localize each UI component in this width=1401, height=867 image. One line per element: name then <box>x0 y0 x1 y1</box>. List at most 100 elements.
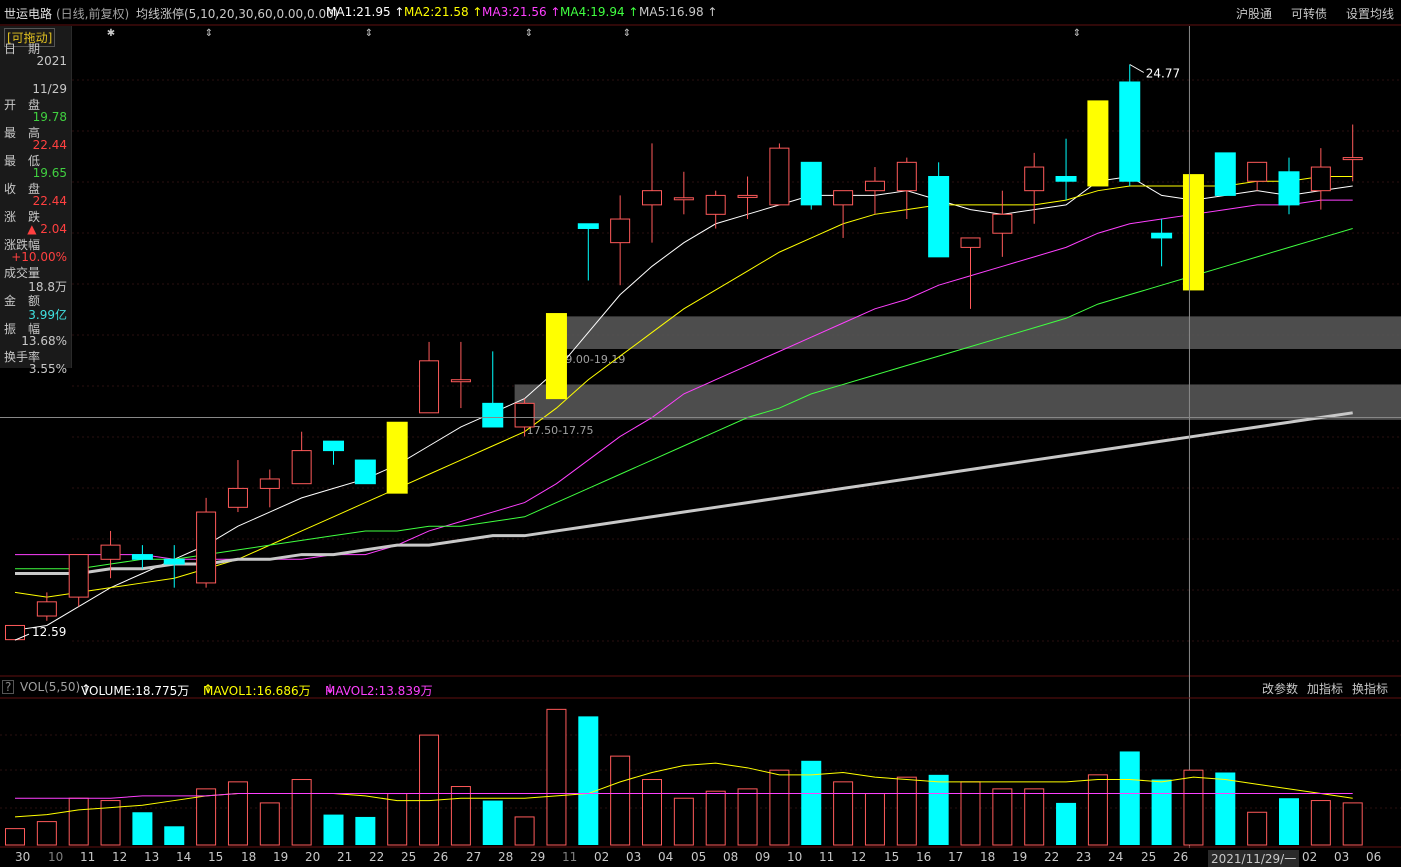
candle-body <box>673 197 694 201</box>
candle-body <box>1214 152 1236 196</box>
volume-bar <box>1151 779 1172 845</box>
volume-bar <box>737 788 758 846</box>
date-tick: 12 <box>851 850 867 864</box>
candle-body <box>131 554 153 560</box>
date-tick: 23 <box>1076 850 1092 864</box>
candle-body <box>545 313 567 400</box>
date-tick: 19 <box>1012 850 1028 864</box>
date-tick: 28 <box>498 850 514 864</box>
candle-body <box>1087 100 1109 187</box>
date-tick: 03 <box>1334 850 1350 864</box>
candle-body <box>896 161 917 192</box>
volume-bar <box>864 793 885 846</box>
date-tick: 26 <box>1173 850 1189 864</box>
candle-body <box>577 223 599 229</box>
volume-bar <box>1310 800 1331 846</box>
volume-bar <box>1024 788 1045 846</box>
date-tick: 02 <box>594 850 610 864</box>
volume-bar <box>514 816 535 846</box>
date-tick: 18 <box>241 850 257 864</box>
candle-body <box>833 190 854 206</box>
date-tick: 22 <box>369 850 385 864</box>
low-price-label: 12.59 <box>32 625 66 639</box>
volume-bar <box>68 797 89 846</box>
candle-body <box>1024 166 1045 192</box>
date-tick: 18 <box>980 850 996 864</box>
high-price-label: 24.77 <box>1146 66 1180 80</box>
candle-body <box>227 487 248 508</box>
candle-body <box>68 554 89 598</box>
volume-bar <box>1119 751 1140 845</box>
volume-bar <box>578 716 599 845</box>
volume-bar <box>1087 774 1108 846</box>
date-axis: 30 10 11 12 13 14 15 18 19 20 21 22 25 26 27 28 29 11 02 03… <box>0 848 1401 867</box>
candle-body <box>1310 166 1331 192</box>
volume-bar <box>546 708 567 846</box>
date-tick: 13 <box>144 850 160 864</box>
date-tick: 29 <box>530 850 546 864</box>
candle-body <box>354 459 376 485</box>
help-icon[interactable]: ? <box>2 680 15 694</box>
link-add-indicator[interactable]: 加指标 <box>1307 680 1343 697</box>
date-tick: 11 <box>819 850 835 864</box>
volume-bar <box>833 781 854 846</box>
candle-body <box>769 147 790 206</box>
volume-bar <box>36 821 57 846</box>
volume-bar <box>992 788 1013 846</box>
candle-body <box>992 213 1013 234</box>
candle-body <box>800 161 822 206</box>
volume-bar <box>1279 798 1299 845</box>
candle-body <box>864 180 885 192</box>
candle-body <box>610 218 631 244</box>
vol-title[interactable]: VOL(5,50) <box>20 680 80 694</box>
zone-label: 17.50-17.75 <box>527 424 594 437</box>
candle-body <box>323 440 344 452</box>
date-tick: 11 <box>80 850 96 864</box>
date-tick: 25 <box>1141 850 1157 864</box>
volume-bar <box>259 802 280 846</box>
high-pointer <box>1129 64 1144 73</box>
date-tick: 22 <box>1044 850 1060 864</box>
volume-bar <box>1183 769 1204 846</box>
volume-bar <box>419 734 440 846</box>
volume-bar <box>132 812 153 845</box>
date-tick: 12 <box>112 850 128 864</box>
volume-bar <box>610 755 631 846</box>
candle-body <box>291 450 312 485</box>
event-marker: ⇕ <box>365 28 373 39</box>
kline-chart[interactable]: 19.00-19.1917.50-17.75 24.77 12.59 ✱ ⇕ ⇕ ⇕ ⇕ ⇕ <box>0 0 1401 866</box>
date-tick: 26 <box>433 850 449 864</box>
link-switch-indicator[interactable]: 换指标 <box>1352 680 1388 697</box>
volume-bar <box>960 781 981 846</box>
volume-bars <box>5 708 1363 846</box>
date-tick: 15 <box>884 850 900 864</box>
event-marker: ⇕ <box>205 28 213 39</box>
candle-body <box>419 360 440 414</box>
date-tick: 08 <box>723 850 739 864</box>
date-tick: 11 <box>562 850 578 864</box>
candle-body <box>705 194 726 215</box>
date-tick: 06 <box>1366 850 1382 864</box>
volume-bar <box>705 790 726 846</box>
date-tick: 10 <box>48 850 64 864</box>
candle-body <box>450 379 471 383</box>
volume-bar <box>387 793 408 846</box>
volume-bar <box>673 797 694 846</box>
candle-body <box>1278 171 1300 206</box>
candle-body <box>1151 232 1173 239</box>
volume-bar <box>1247 811 1268 846</box>
date-tick: 02 <box>1302 850 1318 864</box>
ma-line-ma3 <box>15 199 1353 560</box>
volume-header: ? VOL(5,50) VOLUME:18.775万 ↑ MAVOL1:16.6… <box>0 678 1401 698</box>
candle-body <box>482 402 504 428</box>
date-tick: 30 <box>15 850 31 864</box>
candle-body <box>1119 81 1141 182</box>
date-tick: 14 <box>176 850 192 864</box>
date-tick: 15 <box>208 850 224 864</box>
volume-bar <box>896 776 917 846</box>
volume-bar <box>801 760 822 845</box>
candle-body <box>960 237 981 248</box>
volume-bar <box>5 828 25 846</box>
candle-body <box>928 176 950 258</box>
link-change-params[interactable]: 改参数 <box>1262 680 1298 697</box>
